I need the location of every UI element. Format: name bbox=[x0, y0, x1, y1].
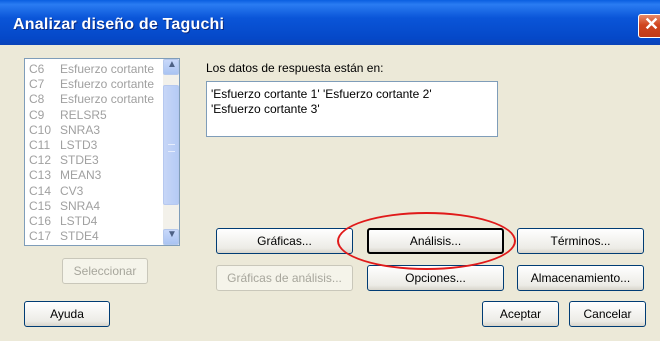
column-name: CV3 bbox=[60, 183, 84, 198]
title-bar[interactable]: Analizar diseño de Taguchi ✕ bbox=[0, 0, 660, 45]
column-name: Esfuerzo cortante bbox=[60, 92, 155, 107]
ok-button[interactable]: Aceptar bbox=[482, 301, 559, 327]
column-id: C10 bbox=[29, 122, 52, 137]
response-line-1: 'Esfuerzo cortante 1' 'Esfuerzo cortante… bbox=[211, 87, 432, 101]
list-item[interactable]: C9 RELSR5 bbox=[29, 107, 107, 122]
analysis-graphs-button[interactable]: Gráficas de análisis... bbox=[216, 265, 353, 291]
close-icon: ✕ bbox=[644, 14, 660, 34]
list-item[interactable]: C6 Esfuerzo cortante bbox=[29, 62, 155, 76]
taguchi-dialog: Analizar diseño de Taguchi ✕ C6 Esfuerzo … bbox=[0, 0, 660, 341]
column-name: Esfuerzo cortante bbox=[60, 77, 155, 92]
list-item[interactable]: C8 Esfuerzo cortante bbox=[29, 92, 155, 107]
list-item[interactable]: C15 SNRA4 bbox=[29, 198, 101, 213]
list-item[interactable]: C13 MEAN3 bbox=[29, 168, 102, 183]
help-button[interactable]: Ayuda bbox=[24, 301, 110, 327]
list-item[interactable]: C17 STDE4 bbox=[29, 229, 99, 244]
column-name: LSTD4 bbox=[60, 214, 98, 228]
column-id: C9 bbox=[29, 107, 45, 122]
column-id: C7 bbox=[29, 77, 45, 92]
list-item[interactable]: C7 Esfuerzo cortante bbox=[29, 77, 155, 92]
list-item[interactable]: C10 SNRA3 bbox=[29, 122, 101, 137]
column-name: SNRA4 bbox=[60, 198, 101, 213]
response-label: Los datos de respuesta están en: bbox=[206, 61, 384, 75]
list-item[interactable]: C16 LSTD4 bbox=[29, 214, 98, 228]
terms-button[interactable]: Términos... bbox=[517, 228, 644, 254]
scroll-down-button[interactable]: ▼ bbox=[163, 229, 179, 245]
column-id: C12 bbox=[29, 153, 52, 168]
column-id: C14 bbox=[29, 183, 52, 198]
scroll-down-icon: ▼ bbox=[167, 229, 177, 240]
column-name: Esfuerzo cortante bbox=[60, 62, 155, 76]
close-button[interactable]: ✕ bbox=[638, 14, 660, 38]
column-id: C16 bbox=[29, 214, 52, 228]
list-item[interactable]: C12 STDE3 bbox=[29, 153, 99, 168]
scroll-up-button[interactable]: ▲ bbox=[163, 59, 179, 75]
column-id: C6 bbox=[29, 62, 45, 76]
column-name: LSTD3 bbox=[60, 138, 98, 152]
response-data-field[interactable]: 'Esfuerzo cortante 1' 'Esfuerzo cortante… bbox=[206, 81, 498, 137]
options-button[interactable]: Opciones... bbox=[367, 265, 504, 291]
response-line-2: 'Esfuerzo cortante 3' bbox=[211, 102, 320, 116]
columns-scrollbar[interactable]: ▲ ▼ bbox=[163, 59, 179, 245]
storage-button[interactable]: Almacenamiento... bbox=[517, 265, 644, 291]
column-name: STDE3 bbox=[60, 153, 99, 168]
analysis-button[interactable]: Análisis... bbox=[367, 228, 504, 254]
window-title: Analizar diseño de Taguchi bbox=[13, 16, 225, 33]
list-item[interactable]: C11 LSTD3 bbox=[29, 138, 98, 152]
cancel-button[interactable]: Cancelar bbox=[569, 301, 646, 327]
column-name: RELSR5 bbox=[60, 107, 107, 122]
column-id: C11 bbox=[29, 138, 51, 152]
column-name: MEAN3 bbox=[60, 168, 102, 183]
scroll-up-icon: ▲ bbox=[167, 59, 177, 70]
column-id: C13 bbox=[29, 168, 52, 183]
list-item[interactable]: C14 CV3 bbox=[29, 183, 84, 198]
graphs-button[interactable]: Gráficas... bbox=[216, 228, 353, 254]
column-id: C15 bbox=[29, 198, 52, 213]
scroll-grip-icon bbox=[168, 144, 175, 152]
scroll-thumb[interactable] bbox=[163, 85, 179, 205]
column-id: C8 bbox=[29, 92, 45, 107]
columns-listbox[interactable]: C6 Esfuerzo cortante C7 Esfuerzo cortante C8… bbox=[24, 58, 180, 246]
column-name: STDE4 bbox=[60, 229, 99, 244]
column-name: SNRA3 bbox=[60, 122, 101, 137]
select-button[interactable]: Seleccionar bbox=[62, 258, 148, 284]
column-id: C17 bbox=[29, 229, 52, 244]
